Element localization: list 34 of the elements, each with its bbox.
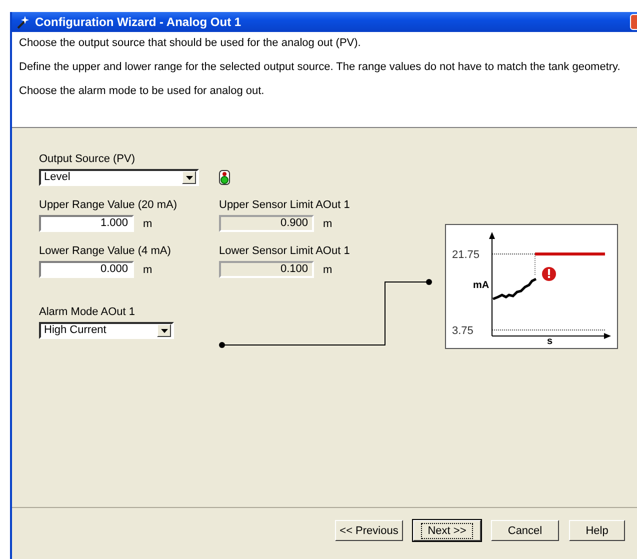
unit-label: m — [323, 218, 332, 230]
unit-label: m — [143, 218, 152, 230]
field-label: Output Source (PV) — [39, 153, 136, 166]
upper-limit-label: 21.75 — [452, 249, 480, 261]
field-label: Upper Range Value (20 mA) — [39, 199, 178, 212]
alarm-level-line — [535, 252, 605, 256]
wizard-button[interactable]: Cancel — [491, 520, 559, 541]
alert-icon — [542, 267, 556, 281]
field-label: Upper Sensor Limit AOut 1 — [219, 199, 351, 212]
window-title: Configuration Wizard - Analog Out 1 — [35, 15, 242, 29]
signal-curve — [492, 278, 537, 300]
readonly-field: 0.900 — [219, 215, 314, 232]
wand-icon — [16, 15, 30, 29]
lower-limit-label: 3.75 — [452, 325, 474, 337]
axis-label: mA — [473, 280, 490, 291]
unit-label: m — [143, 264, 152, 276]
output-source-dropdown[interactable]: Level — [39, 169, 199, 186]
field-label: Lower Range Value (4 mA) — [39, 245, 172, 258]
alarm-mode-dropdown[interactable]: High Current — [39, 322, 174, 339]
dropdown-arrow-icon — [186, 176, 192, 180]
wizard-button[interactable]: Help — [569, 520, 625, 541]
wizard-button[interactable]: Next >> — [413, 520, 481, 541]
axis-label: s — [547, 336, 553, 347]
instruction-text: Choose the output source that should be used for the analog out (PV). — [19, 37, 362, 50]
field-label: Lower Sensor Limit AOut 1 — [219, 245, 351, 258]
dropdown-arrow-icon — [160, 328, 168, 332]
instruction-text: Define the upper and lower range for the selected output source. The range values do not have to match the tank geometry. — [19, 61, 622, 74]
instruction-text: Choose the alarm mode to be used for analog out. — [19, 85, 266, 98]
unit-label: m — [323, 264, 332, 276]
wizard-button[interactable]: << Previous — [335, 520, 403, 541]
input-field[interactable]: 1.000 — [39, 215, 134, 232]
field-label: Alarm Mode AOut 1 — [39, 306, 136, 319]
readonly-field: 0.100 — [219, 261, 314, 278]
input-field[interactable]: 0.000 — [39, 261, 134, 278]
